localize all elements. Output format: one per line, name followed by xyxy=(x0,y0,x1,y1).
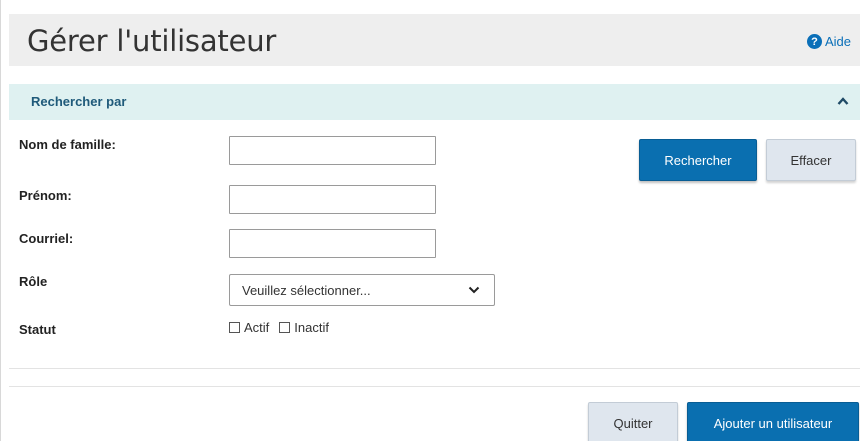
checkbox-box[interactable] xyxy=(279,322,291,333)
help-link[interactable]: ? Aide xyxy=(806,34,851,49)
search-button[interactable]: Rechercher xyxy=(639,139,757,181)
status-active-label: Actif xyxy=(244,320,270,335)
status-inactive-checkbox[interactable]: Inactif xyxy=(279,320,329,335)
first-name-input[interactable] xyxy=(229,185,436,214)
status-inactive-label: Inactif xyxy=(294,320,329,335)
quit-button[interactable]: Quitter xyxy=(588,402,678,441)
divider xyxy=(9,368,860,369)
status-active-checkbox[interactable]: Actif xyxy=(229,320,269,335)
last-name-label: Nom de famille: xyxy=(19,137,116,152)
checkbox-box[interactable] xyxy=(229,322,240,333)
search-section-header[interactable]: Rechercher par xyxy=(9,84,860,120)
role-select-value: Veuillez sélectionner... xyxy=(242,283,371,298)
search-section-title: Rechercher par xyxy=(31,94,127,109)
role-label: Rôle xyxy=(19,274,48,289)
page-header: Gérer l'utilisateur ? Aide xyxy=(9,14,860,66)
email-label: Courriel: xyxy=(19,231,74,246)
help-label: Aide xyxy=(824,34,851,49)
add-user-button[interactable]: Ajouter un utilisateur xyxy=(687,402,859,441)
chevron-down-icon xyxy=(468,286,480,294)
clear-button[interactable]: Effacer xyxy=(766,139,856,181)
divider xyxy=(9,386,860,387)
first-name-label: Prénom: xyxy=(19,188,72,203)
role-select[interactable]: Veuillez sélectionner... xyxy=(229,274,495,306)
last-name-input[interactable] xyxy=(229,136,436,165)
email-input[interactable] xyxy=(229,229,436,258)
page: Gérer l'utilisateur ? Aide Rechercher pa… xyxy=(0,0,860,441)
status-options: Actif Inactif xyxy=(229,320,339,335)
status-label: Statut xyxy=(19,322,56,337)
page-title: Gérer l'utilisateur xyxy=(27,24,277,58)
question-circle-icon: ? xyxy=(806,34,822,49)
chevron-up-icon[interactable] xyxy=(837,95,849,107)
